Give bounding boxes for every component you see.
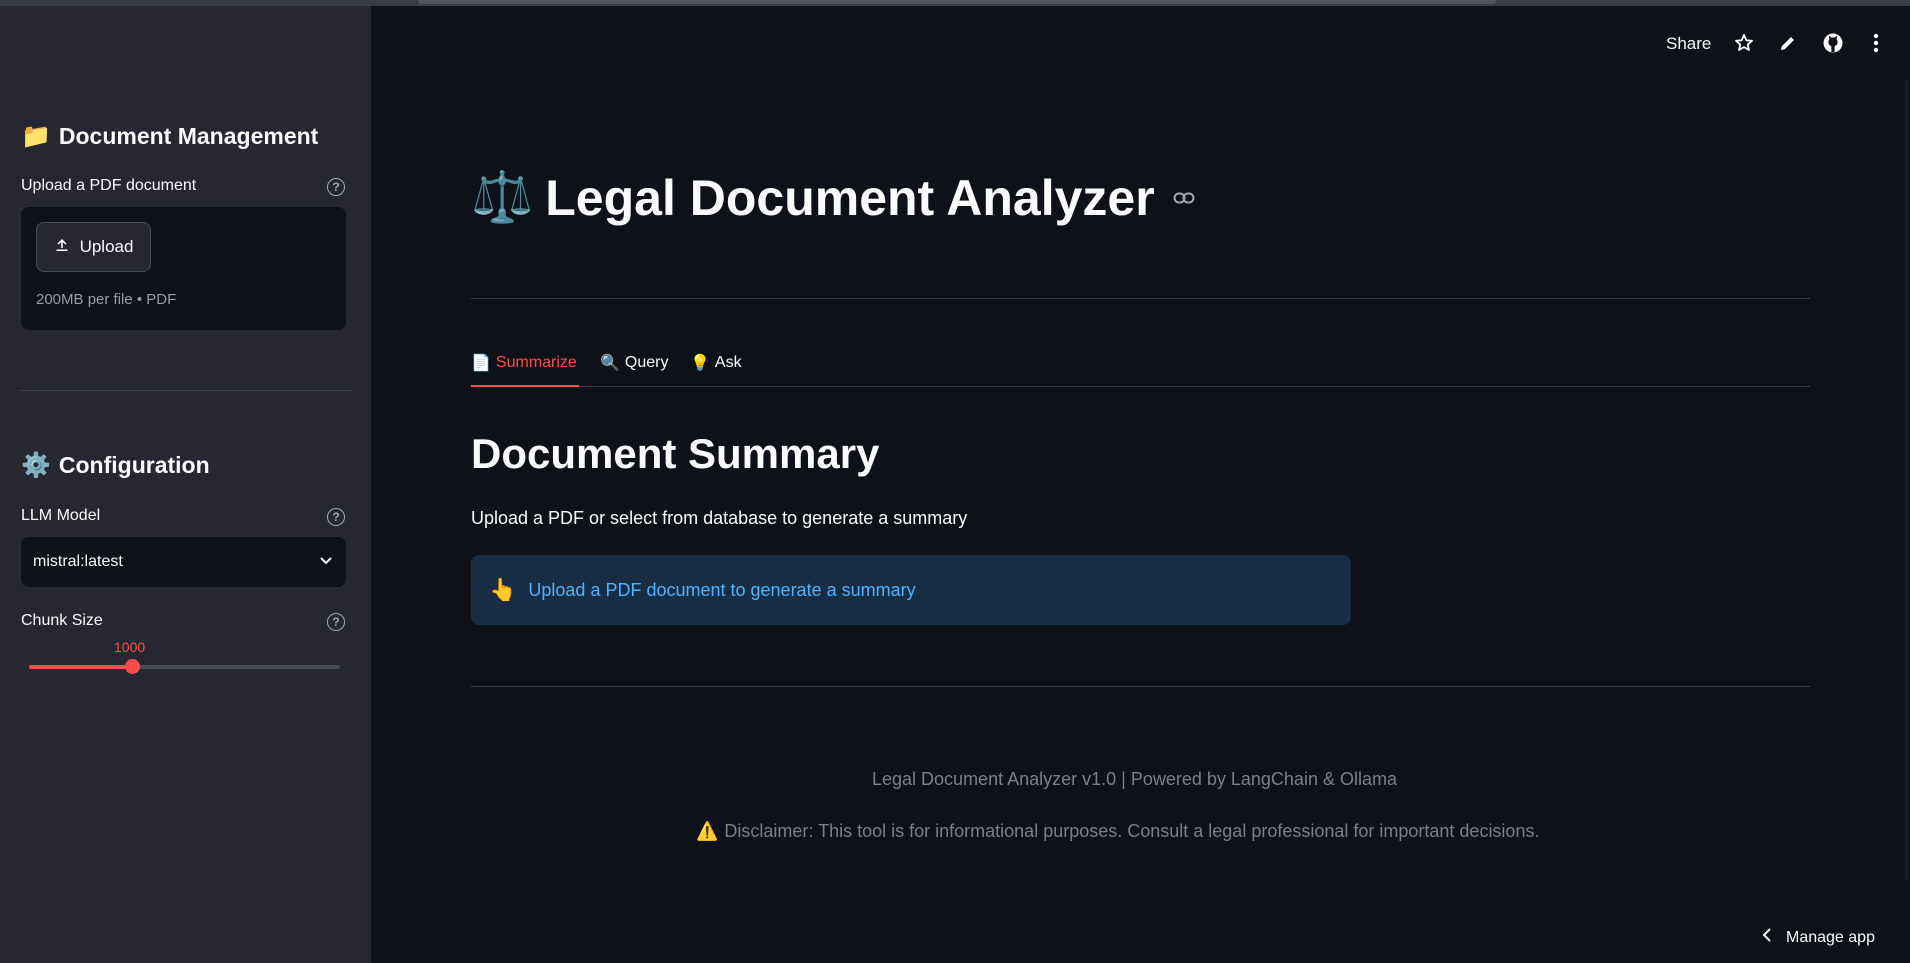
sidebar: 📁 Document Management Upload a PDF docum… bbox=[0, 6, 371, 963]
chevron-down-icon bbox=[318, 552, 334, 573]
upload-button-label: Upload bbox=[79, 237, 134, 256]
upload-label: Upload a PDF document bbox=[21, 177, 197, 194]
llm-model-label: LLM Model bbox=[21, 507, 101, 524]
tab-query[interactable]: 🔍 Query bbox=[600, 348, 669, 378]
top-strip-bar bbox=[418, 0, 1496, 4]
llm-model-selected: mistral:latest bbox=[33, 553, 123, 570]
tab-ask-label: Ask bbox=[714, 354, 742, 371]
edit-pencil-icon[interactable] bbox=[1775, 30, 1801, 56]
document-management-title: Document Management bbox=[58, 123, 319, 149]
upload-icon bbox=[54, 237, 70, 258]
chunk-size-label: Chunk Size bbox=[21, 612, 103, 629]
info-alert-text: Upload a PDF document to generate a summ… bbox=[528, 579, 916, 600]
tab-summarize[interactable]: 📄 Summarize bbox=[471, 348, 577, 378]
footer-version: Legal Document Analyzer v1.0 | Powered b… bbox=[872, 769, 1397, 789]
info-alert: 👆 Upload a PDF document to generate a su… bbox=[471, 555, 1351, 625]
configuration-header: ⚙️ Configuration bbox=[21, 451, 210, 480]
github-icon[interactable] bbox=[1820, 30, 1846, 56]
share-button[interactable]: Share bbox=[1666, 34, 1711, 54]
page-title: ⚖️ Legal Document Analyzer bbox=[471, 168, 1195, 227]
section-description: Upload a PDF or select from database to … bbox=[471, 508, 968, 528]
sidebar-divider bbox=[19, 390, 351, 391]
upload-limit-hint: 200MB per file • PDF bbox=[36, 291, 177, 308]
manage-app-button[interactable]: Manage app bbox=[1762, 928, 1875, 947]
chunk-size-slider[interactable] bbox=[29, 659, 340, 674]
tab-query-label: Query bbox=[624, 354, 669, 371]
tabs-baseline bbox=[471, 386, 1810, 387]
tab-summarize-label: Summarize bbox=[495, 354, 577, 371]
chevron-left-icon bbox=[1762, 928, 1772, 947]
pointing-hand-icon: 👆 bbox=[489, 577, 517, 602]
slider-fill bbox=[29, 665, 132, 669]
footer-disclaimer-text: Disclaimer: This tool is for information… bbox=[724, 821, 1540, 841]
magnifier-icon: 🔍 bbox=[600, 355, 620, 372]
more-vertical-icon[interactable] bbox=[1863, 30, 1889, 56]
folder-icon: 📁 bbox=[21, 123, 51, 150]
file-dropzone[interactable]: Upload 200MB per file • PDF bbox=[21, 207, 346, 330]
document-icon: 📄 bbox=[471, 355, 491, 372]
manage-app-label: Manage app bbox=[1786, 928, 1875, 946]
active-tab-indicator bbox=[471, 385, 579, 387]
lightbulb-icon: 💡 bbox=[690, 355, 710, 372]
star-icon[interactable] bbox=[1731, 30, 1757, 56]
warning-icon: ⚠️ bbox=[696, 821, 719, 841]
footer-disclaimer: ⚠️ Disclaimer: This tool is for informat… bbox=[696, 821, 1539, 842]
upload-help-icon[interactable]: ? bbox=[327, 178, 345, 196]
tab-bar: 📄 Summarize 🔍 Query 💡 Ask bbox=[471, 348, 1810, 388]
scales-icon: ⚖️ bbox=[471, 169, 534, 225]
llm-model-help-icon[interactable]: ? bbox=[327, 508, 345, 526]
configuration-title: Configuration bbox=[58, 452, 210, 478]
tab-ask[interactable]: 💡 Ask bbox=[690, 348, 742, 378]
chunk-size-value: 1000 bbox=[114, 639, 146, 655]
page-scrollbar[interactable] bbox=[1905, 80, 1908, 880]
section-title: Document Summary bbox=[471, 430, 880, 477]
page-title-text: Legal Document Analyzer bbox=[545, 169, 1155, 226]
llm-model-select[interactable]: mistral:latest bbox=[21, 537, 346, 587]
anchor-link-icon[interactable] bbox=[1173, 191, 1195, 205]
footer-divider bbox=[471, 686, 1810, 687]
document-management-header: 📁 Document Management bbox=[21, 122, 318, 151]
title-divider bbox=[471, 298, 1810, 299]
slider-thumb[interactable] bbox=[124, 659, 140, 674]
upload-button[interactable]: Upload bbox=[36, 222, 151, 272]
gear-icon: ⚙️ bbox=[21, 452, 51, 479]
chunk-size-help-icon[interactable]: ? bbox=[327, 613, 345, 631]
